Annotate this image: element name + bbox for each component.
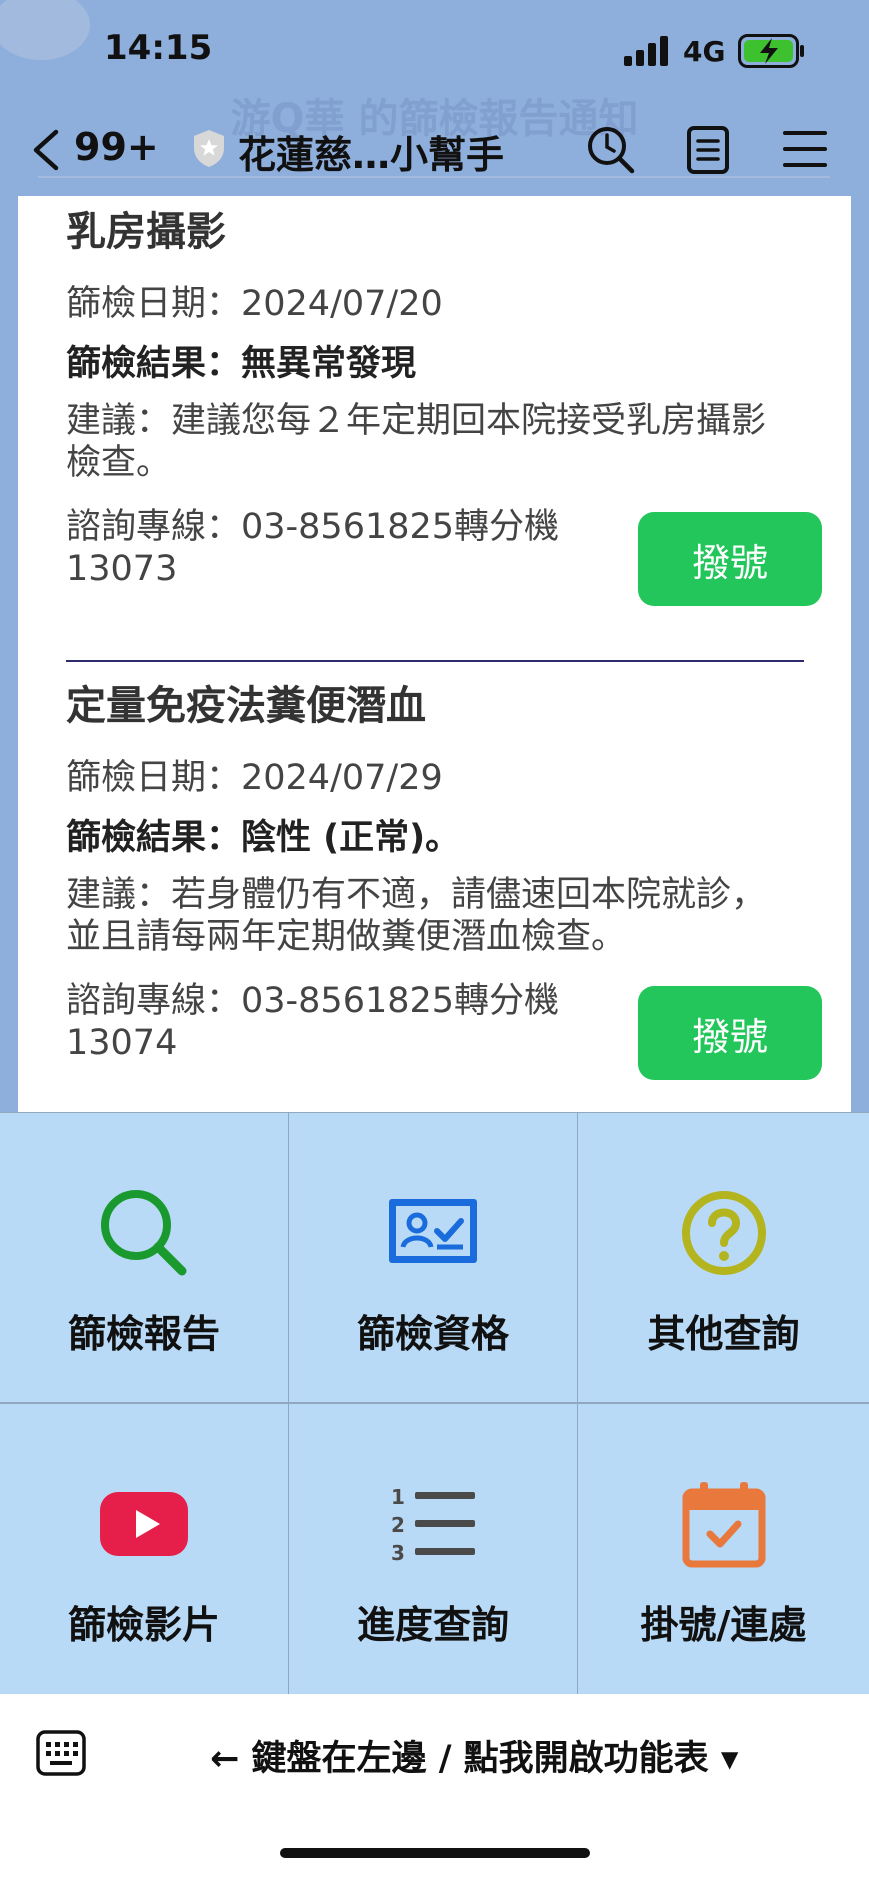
menu-item-label: 進度查詢	[356, 1603, 509, 1647]
screening-result: 篩檢結果：無異常發現	[66, 344, 417, 384]
report-section-fecal-occult-blood: 定量免疫法糞便潛血 篩檢日期：2024/07/29 篩檢結果：陰性 (正常)。 …	[66, 676, 822, 1080]
status-bar: 14:15 4G	[0, 0, 869, 100]
report-section-mammography: 乳房攝影 篩檢日期：2024/07/20 篩檢結果：無異常發現 建議：建議您每２…	[66, 202, 822, 606]
unread-count-badge[interactable]: 99+	[74, 125, 159, 169]
message-card: 乳房攝影 篩檢日期：2024/07/20 篩檢結果：無異常發現 建議：建議您每２…	[18, 196, 851, 1116]
verified-shield-icon	[194, 130, 224, 167]
menu-item-label: 其他查詢	[647, 1312, 800, 1356]
menu-item-screening-videos[interactable]: 篩檢影片	[0, 1403, 289, 1694]
back-chevron-icon[interactable]	[28, 128, 64, 172]
svg-text:2: 2	[391, 1513, 405, 1537]
chat-title: 花蓮慈…小幫手	[238, 133, 505, 177]
screening-date: 篩檢日期：2024/07/29	[66, 758, 443, 798]
menu-icon[interactable]	[782, 128, 828, 170]
keyboard-icon[interactable]	[36, 1730, 86, 1776]
avatar	[0, 0, 90, 60]
contact-hotline: 諮詢專線：03-8561825轉分機13073	[66, 507, 560, 589]
screening-advice: 建議：若身體仍有不適，請儘速回本院就診，並且請每兩年定期做糞便潛血檢查。	[66, 875, 767, 957]
status-time: 14:15	[104, 28, 213, 68]
menu-item-registration[interactable]: 掛號/連處	[578, 1403, 869, 1694]
rich-menu-toggle[interactable]: ← 鍵盤在左邊 / 點我開啟功能表 ▾	[210, 1730, 738, 1781]
menu-item-screening-eligibility[interactable]: 篩檢資格	[289, 1112, 578, 1403]
contact-row: 諮詢專線：03-8561825轉分機13074 撥號	[66, 980, 822, 1080]
signal-icon	[624, 36, 668, 66]
menu-item-other-queries[interactable]: 其他查詢	[578, 1112, 869, 1403]
id-card-check-icon	[389, 1199, 477, 1263]
menu-item-screening-report[interactable]: 篩檢報告	[0, 1112, 289, 1403]
bottom-bar: ← 鍵盤在左邊 / 點我開啟功能表 ▾	[0, 1694, 869, 1882]
section-divider	[66, 660, 804, 662]
svg-text:3: 3	[391, 1541, 405, 1565]
menu-item-label: 篩檢影片	[67, 1603, 220, 1647]
network-label: 4G	[683, 35, 726, 68]
menu-item-label: 掛號/連處	[640, 1603, 807, 1647]
menu-item-label: 篩檢報告	[67, 1312, 220, 1356]
rich-menu: 篩檢報告 篩檢資格 其他查詢 篩檢影片 1 2 3 進度查詢 掛號/連處	[0, 1112, 869, 1694]
dial-button[interactable]: 撥號	[638, 512, 822, 606]
svg-text:1: 1	[391, 1485, 405, 1509]
screening-advice: 建議：建議您每２年定期回本院接受乳房攝影檢查。	[66, 401, 767, 483]
notes-icon[interactable]	[686, 125, 730, 175]
screening-result: 篩檢結果：陰性 (正常)。	[66, 818, 461, 858]
contact-hotline: 諮詢專線：03-8561825轉分機13074	[66, 981, 560, 1063]
home-indicator	[280, 1848, 590, 1858]
section-title: 定量免疫法糞便潛血	[66, 683, 426, 729]
numbered-list-icon: 1 2 3	[391, 1485, 475, 1565]
header-divider	[38, 176, 830, 178]
menu-item-label: 篩檢資格	[356, 1312, 509, 1356]
contact-row: 諮詢專線：03-8561825轉分機13073 撥號	[66, 506, 822, 606]
calendar-check-icon	[682, 1482, 765, 1568]
menu-item-progress-query[interactable]: 1 2 3 進度查詢	[289, 1403, 578, 1694]
dial-button[interactable]: 撥號	[638, 986, 822, 1080]
youtube-play-icon	[100, 1492, 188, 1556]
screening-date: 篩檢日期：2024/07/20	[66, 284, 443, 324]
search-icon[interactable]	[586, 125, 636, 175]
search-icon	[101, 1190, 187, 1276]
question-circle-icon	[681, 1191, 766, 1275]
section-title: 乳房攝影	[66, 209, 226, 255]
battery-icon	[738, 34, 804, 68]
